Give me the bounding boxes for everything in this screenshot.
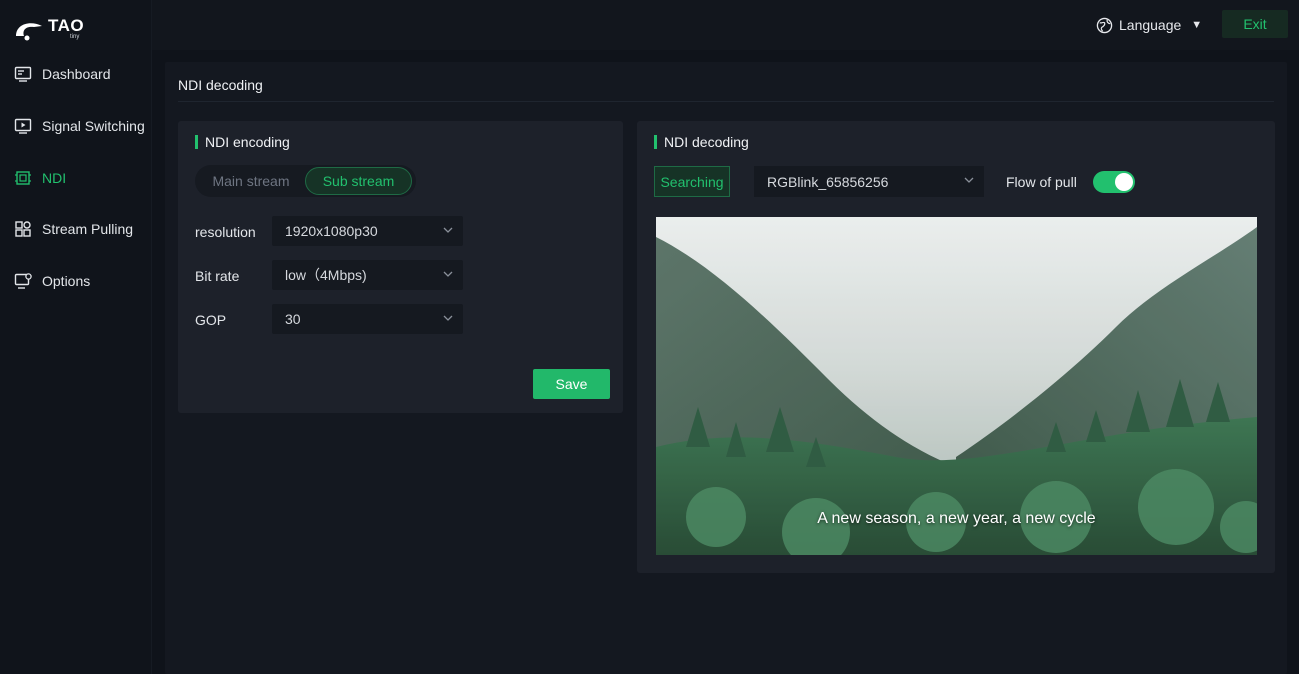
video-preview: A new season, a new year, a new cycle	[656, 217, 1257, 555]
searching-button[interactable]: Searching	[654, 166, 730, 197]
sidebar-item-stream-pulling[interactable]: Stream Pulling	[0, 214, 152, 244]
ndi-source-value: RGBlink_65856256	[767, 173, 889, 190]
sidebar-item-label: Stream Pulling	[42, 221, 134, 237]
top-bar: Language ▼ Exit	[152, 0, 1299, 50]
flow-of-pull-label: Flow of pull	[1006, 174, 1077, 190]
sidebar-item-label: Options	[42, 273, 91, 289]
sidebar-item-options[interactable]: Options	[0, 266, 152, 296]
ndi-icon	[14, 169, 32, 187]
chevron-down-icon	[443, 315, 453, 321]
gop-label: GOP	[195, 312, 227, 328]
grid-apps-icon	[14, 220, 32, 238]
bitrate-select[interactable]: low（4Mbps)	[272, 260, 463, 290]
ndi-decoding-card: NDI decoding Searching RGBlink_65856256 …	[637, 121, 1275, 573]
brand-name: TAO	[48, 16, 85, 35]
sidebar-item-signal-switching[interactable]: Signal Switching	[0, 111, 152, 141]
sidebar-item-dashboard[interactable]: Dashboard	[0, 59, 152, 89]
sidebar-item-ndi[interactable]: NDI	[0, 163, 152, 193]
chevron-down-icon	[443, 271, 453, 277]
flow-of-pull-toggle[interactable]	[1093, 171, 1135, 193]
sidebar-item-label: Dashboard	[42, 66, 111, 82]
tab-main-stream[interactable]: Main stream	[197, 167, 305, 195]
sidebar: TAO tiny Dashboard Signal Switching NDI …	[0, 0, 152, 674]
gop-select[interactable]: 30	[272, 304, 463, 334]
stream-tabs: Main stream Sub stream	[195, 165, 416, 197]
language-label: Language	[1119, 17, 1182, 33]
bitrate-value: low（4Mbps)	[285, 267, 367, 283]
resolution-select[interactable]: 1920x1080p30	[272, 216, 463, 246]
logo-mark-icon	[16, 23, 42, 41]
save-button[interactable]: Save	[533, 369, 610, 399]
dashboard-icon	[14, 65, 32, 83]
sidebar-item-label: Signal Switching	[42, 118, 145, 134]
card-title: NDI encoding	[195, 135, 290, 149]
sidebar-item-label: NDI	[42, 170, 67, 186]
video-caption: A new season, a new year, a new cycle	[817, 510, 1096, 527]
tab-sub-stream[interactable]: Sub stream	[305, 167, 412, 195]
toggle-knob	[1115, 173, 1133, 191]
ndi-encoding-card: NDI encoding Main stream Sub stream reso…	[178, 121, 623, 413]
resolution-value: 1920x1080p30	[285, 223, 378, 239]
page-title: NDI decoding	[178, 77, 263, 93]
ndi-source-select[interactable]: RGBlink_65856256	[754, 166, 984, 197]
bitrate-label: Bit rate	[195, 268, 240, 284]
forest-scene-image	[656, 217, 1257, 555]
divider	[178, 101, 1274, 102]
language-selector[interactable]: Language ▼	[1096, 13, 1202, 37]
exit-button[interactable]: Exit	[1222, 10, 1288, 38]
caret-down-icon: ▼	[1191, 19, 1203, 31]
card-title: NDI decoding	[654, 135, 749, 149]
resolution-label: resolution	[195, 224, 256, 240]
monitor-play-icon	[14, 117, 32, 135]
globe-icon	[1096, 17, 1113, 33]
brand-sub: tiny	[70, 34, 80, 40]
main-panel: NDI decoding NDI encoding Main stream Su…	[165, 62, 1287, 674]
chevron-down-icon	[443, 227, 453, 233]
brand-logo: TAO tiny	[14, 14, 94, 44]
chevron-down-icon	[964, 177, 974, 183]
gop-value: 30	[285, 311, 301, 327]
monitor-gear-icon	[14, 272, 32, 290]
